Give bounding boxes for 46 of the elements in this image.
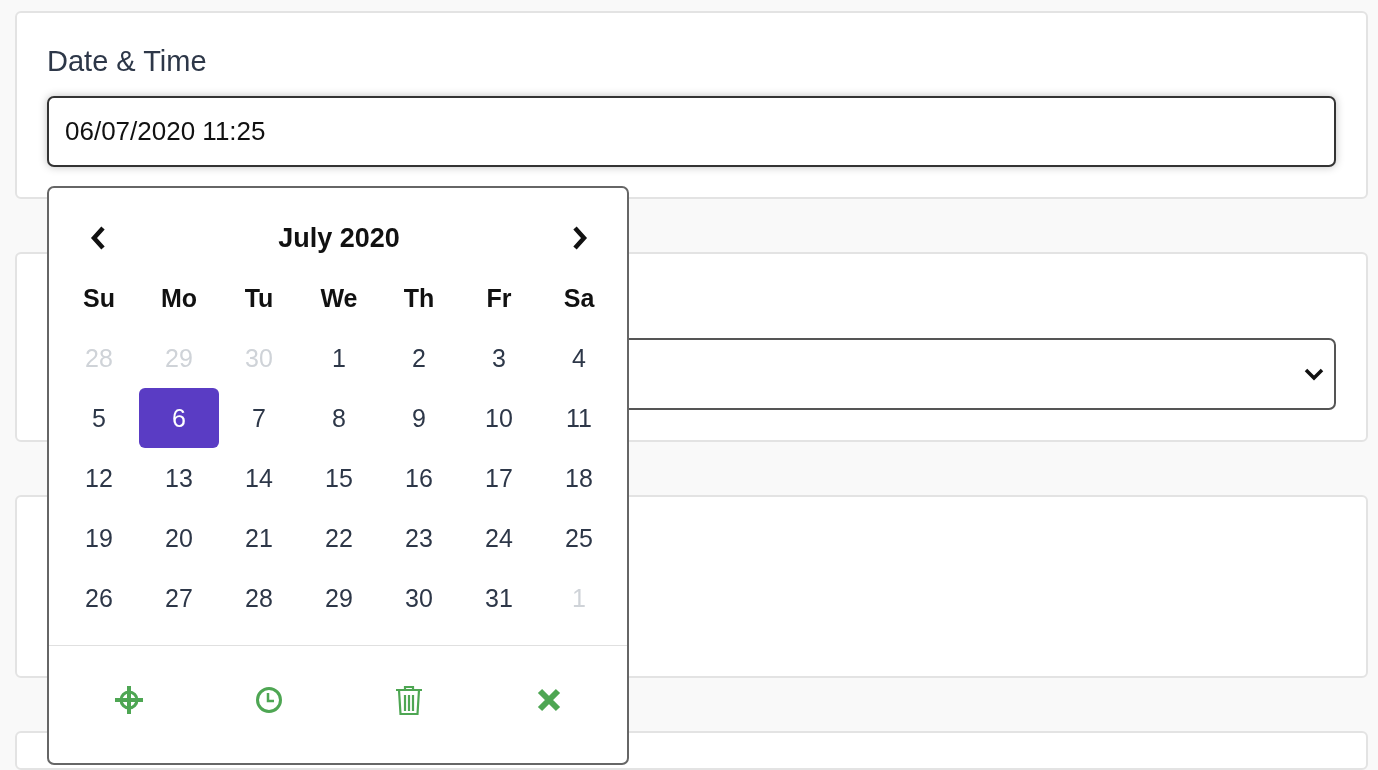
calendar-day[interactable]: 9 <box>379 388 459 448</box>
calendar-day[interactable]: 22 <box>299 508 379 568</box>
calendar-day[interactable]: 31 <box>459 568 539 628</box>
weekday-label: Th <box>402 282 436 314</box>
calendar-day[interactable]: 7 <box>219 388 299 448</box>
crosshair-icon <box>114 685 144 715</box>
trash-icon <box>395 684 423 716</box>
calendar-day[interactable]: 16 <box>379 448 459 508</box>
calendar-day[interactable]: 11 <box>539 388 619 448</box>
chevron-down-icon <box>1304 367 1324 381</box>
calendar-day[interactable]: 15 <box>299 448 379 508</box>
calendar-day[interactable]: 24 <box>459 508 539 568</box>
calendar-day[interactable]: 3 <box>459 328 539 388</box>
calendar-day[interactable]: 28 <box>219 568 299 628</box>
weekday-label: Tu <box>243 282 275 314</box>
calendar-day[interactable]: 23 <box>379 508 459 568</box>
calendar-day[interactable]: 13 <box>139 448 219 508</box>
calendar-day[interactable]: 8 <box>299 388 379 448</box>
calendar-day[interactable]: 26 <box>59 568 139 628</box>
calendar-day[interactable]: 21 <box>219 508 299 568</box>
calendar-day[interactable]: 1 <box>299 328 379 388</box>
field-label: Date & Time <box>47 44 208 79</box>
calendar-day[interactable]: 14 <box>219 448 299 508</box>
calendar-day[interactable]: 10 <box>459 388 539 448</box>
calendar-day[interactable]: 12 <box>59 448 139 508</box>
calendar-day[interactable]: 29 <box>299 568 379 628</box>
weekday-label: Mo <box>159 282 199 314</box>
weekday-label: Su <box>82 282 116 314</box>
calendar-day[interactable]: 18 <box>539 448 619 508</box>
clock-icon <box>255 686 283 714</box>
month-title: July 2020 <box>277 221 401 255</box>
close-icon <box>536 687 562 713</box>
date-time-input[interactable]: 06/07/2020 11:25 <box>47 96 1336 167</box>
calendar-day[interactable]: 27 <box>139 568 219 628</box>
weekday-label: We <box>319 282 359 314</box>
calendar-day[interactable]: 30 <box>379 568 459 628</box>
calendar-day[interactable]: 19 <box>59 508 139 568</box>
calendar-day[interactable]: 25 <box>539 508 619 568</box>
calendar-day[interactable]: 6 <box>139 388 219 448</box>
calendar-day[interactable]: 2 <box>379 328 459 388</box>
calendar-day[interactable]: 17 <box>459 448 539 508</box>
calendar-day[interactable]: 5 <box>59 388 139 448</box>
weekday-label: Sa <box>562 282 596 314</box>
calendar-day[interactable]: 20 <box>139 508 219 568</box>
calendar-day[interactable]: 4 <box>539 328 619 388</box>
weekday-label: Fr <box>485 282 513 314</box>
